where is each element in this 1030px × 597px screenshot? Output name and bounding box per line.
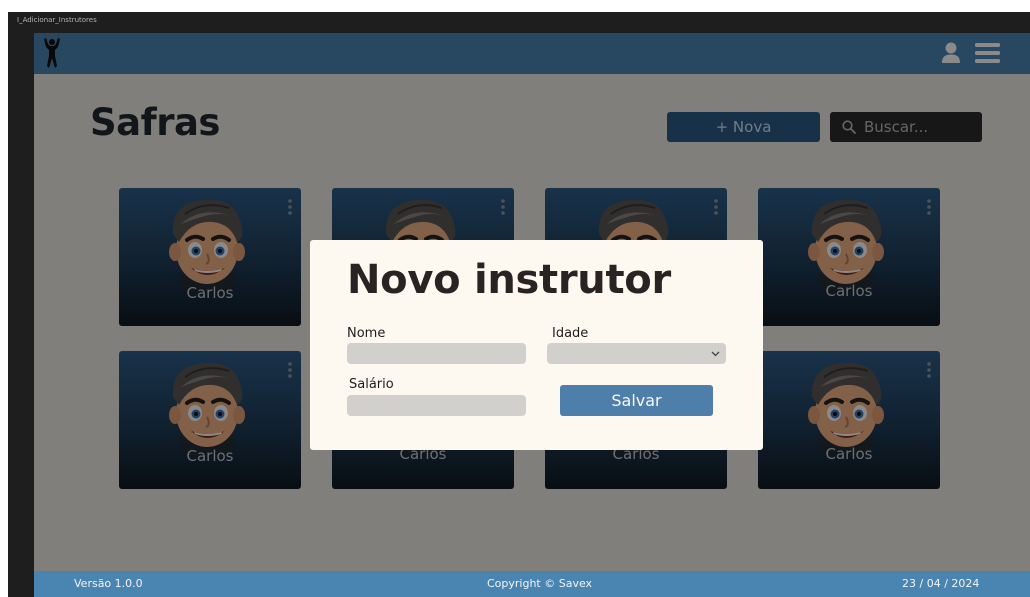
app-frame: I_Adicionar_Instrutores Safras + Nova Bu… bbox=[8, 12, 1030, 597]
save-button[interactable]: Salvar bbox=[560, 385, 713, 416]
salario-label: Salário bbox=[349, 377, 394, 392]
date-text: 23 / 04 / 2024 bbox=[902, 577, 980, 590]
chevron-down-icon bbox=[711, 351, 720, 356]
modal-title: Novo instrutor bbox=[347, 257, 671, 303]
nome-label: Nome bbox=[347, 326, 386, 341]
new-instructor-modal: Novo instrutor Nome Idade Salário Salvar bbox=[310, 240, 763, 450]
frame-title: I_Adicionar_Instrutores bbox=[17, 16, 97, 24]
footer: Versão 1.0.0 Copyright © Savex 23 / 04 /… bbox=[34, 571, 1030, 597]
version-text: Versão 1.0.0 bbox=[74, 577, 143, 590]
salario-field[interactable] bbox=[347, 395, 526, 416]
copyright-text: Copyright © Savex bbox=[487, 577, 593, 590]
app-screen: Safras + Nova Buscar... Carlos Carlos Carl… bbox=[34, 33, 1030, 597]
idade-label: Idade bbox=[552, 326, 589, 341]
nome-field[interactable] bbox=[347, 343, 526, 364]
idade-select[interactable] bbox=[547, 343, 726, 364]
